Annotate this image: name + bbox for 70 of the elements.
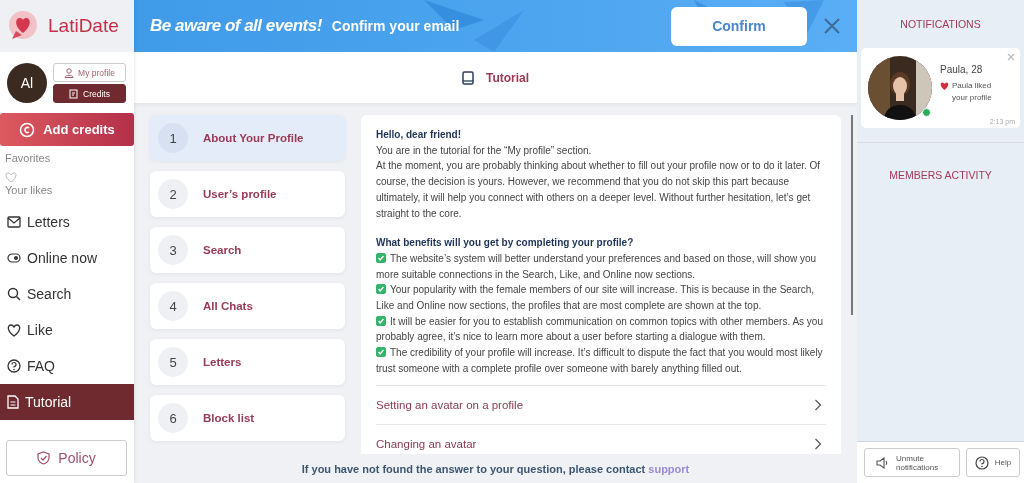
- article-heading: Hello, dear friend!: [376, 128, 462, 142]
- topic-label: All Chats: [203, 300, 253, 312]
- wallet-icon: [69, 88, 80, 99]
- toggle-icon: [7, 253, 21, 263]
- document-icon: [7, 395, 19, 409]
- topic-number: 1: [158, 123, 188, 153]
- help-button[interactable]: Help: [966, 448, 1020, 477]
- heart-icon: [940, 82, 949, 90]
- benefit-item: The credibility of your profile will increase. It’s difficult to dispute the fact that you would most likely trust someone with a complete profile over someone with barely anything filled out.: [376, 346, 824, 376]
- benefit-item: Your popularity with the female members of our site will increase. This is because in the Search, Like and Online now sections, the profiles that are most complete are shown at the top.: [376, 283, 816, 314]
- topic-item[interactable]: 4 All Chats: [150, 283, 345, 329]
- topic-label: Block list: [203, 412, 255, 424]
- add-credits-button[interactable]: Add credits: [0, 113, 134, 146]
- nav-item[interactable]: Search: [0, 276, 134, 312]
- confirm-button[interactable]: Confirm: [671, 6, 807, 46]
- envelope-icon: [7, 216, 21, 228]
- avatar[interactable]: Al: [7, 63, 47, 103]
- policy-button[interactable]: Policy: [6, 440, 127, 476]
- topic-item[interactable]: 2 User’s profile: [150, 171, 345, 217]
- nav-item[interactable]: Tutorial: [0, 384, 134, 420]
- nav-item[interactable]: Online now: [0, 240, 134, 276]
- coin-icon: [19, 121, 36, 138]
- heart-icon[interactable]: [5, 172, 17, 183]
- banner-text: Confirm your email: [331, 18, 460, 34]
- close-icon[interactable]: [823, 17, 841, 35]
- topic-label: About Your Profile: [203, 132, 304, 144]
- chevron-right-icon: [814, 398, 822, 411]
- topic-number: 2: [158, 179, 188, 209]
- nav-item[interactable]: Letters: [0, 204, 134, 240]
- banner-headline: Be aware of all events!: [150, 16, 322, 36]
- article-paragraph: At the moment, you are probably thinking about whether to fill out your profile now or to do it later. Of course, the decision is yours. However, we recommend that you do not skip this part because ultimately, it will help you connect with others on a deeper level. Without further hesitation, let’s get straight to the core.: [376, 159, 822, 221]
- shield-icon: [37, 451, 51, 465]
- unmute-button[interactable]: Unmute notifications: [864, 448, 960, 477]
- topic-number: 3: [158, 235, 188, 265]
- topic-number: 5: [158, 347, 188, 377]
- speaker-icon: [876, 456, 890, 469]
- article-paragraph: You are in the tutorial for the “My profile” section.: [376, 143, 593, 158]
- notification-message: Paula liked your profile: [952, 80, 993, 104]
- help-icon: [974, 455, 989, 470]
- heart-icon: [7, 323, 21, 337]
- chevron-right-icon: [814, 437, 822, 450]
- user-icon: [64, 67, 75, 78]
- topic-number: 4: [158, 291, 188, 321]
- article-heading: What benefits will you get by completing your profile?: [376, 236, 635, 251]
- favorites-label: Favorites: [5, 152, 51, 164]
- page-title: Tutorial: [485, 70, 530, 85]
- topic-label: Search: [203, 244, 242, 256]
- nav-item[interactable]: FAQ: [0, 348, 134, 384]
- topic-label: User’s profile: [203, 188, 277, 200]
- benefit-item: The website’s system will better understand your preferences and based on those, will show you more suitable connections in the Search, Like, and Online now sections.: [376, 251, 818, 282]
- search-icon: [7, 287, 21, 301]
- your-likes-link[interactable]: Your likes: [5, 184, 53, 196]
- member-name: Paula, 28: [940, 64, 984, 75]
- topic-label: Letters: [203, 356, 242, 368]
- book-icon: [461, 70, 474, 85]
- my-profile-button[interactable]: My profile: [53, 63, 126, 82]
- accordion-item[interactable]: Setting an avatar on a profile: [376, 384, 826, 424]
- credits-button[interactable]: Credits: [53, 84, 126, 103]
- section-title: MEMBERS ACTIVITY: [889, 169, 992, 183]
- topic-item[interactable]: 1 About Your Profile: [150, 115, 345, 161]
- help-text: If you have not found the answer to your question, please contact support: [301, 463, 690, 475]
- topic-item[interactable]: 5 Letters: [150, 339, 345, 385]
- benefit-item: It will be easier for you to establish communication on common topics with other members. As you probably agree, it’s nice to learn more about a user before starting a dialogue with them.: [376, 314, 824, 345]
- nav-item[interactable]: Like: [0, 312, 134, 348]
- topic-item[interactable]: 6 Block list: [150, 395, 345, 441]
- close-icon[interactable]: [1007, 53, 1015, 61]
- topic-number: 6: [158, 403, 188, 433]
- topic-item[interactable]: 3 Search: [150, 227, 345, 273]
- help-icon: [7, 359, 21, 373]
- section-title: NOTIFICATIONS: [900, 18, 981, 30]
